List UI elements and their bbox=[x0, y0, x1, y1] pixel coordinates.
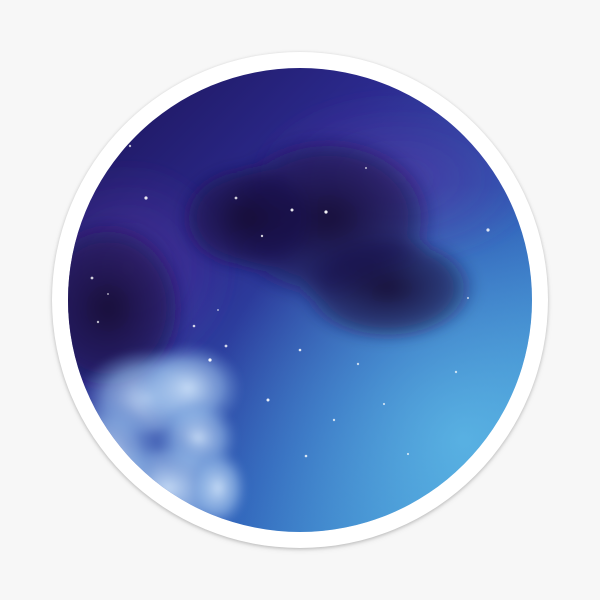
night-sky-circle bbox=[68, 68, 532, 532]
sky-artwork bbox=[68, 68, 532, 532]
image-canvas bbox=[0, 0, 600, 600]
